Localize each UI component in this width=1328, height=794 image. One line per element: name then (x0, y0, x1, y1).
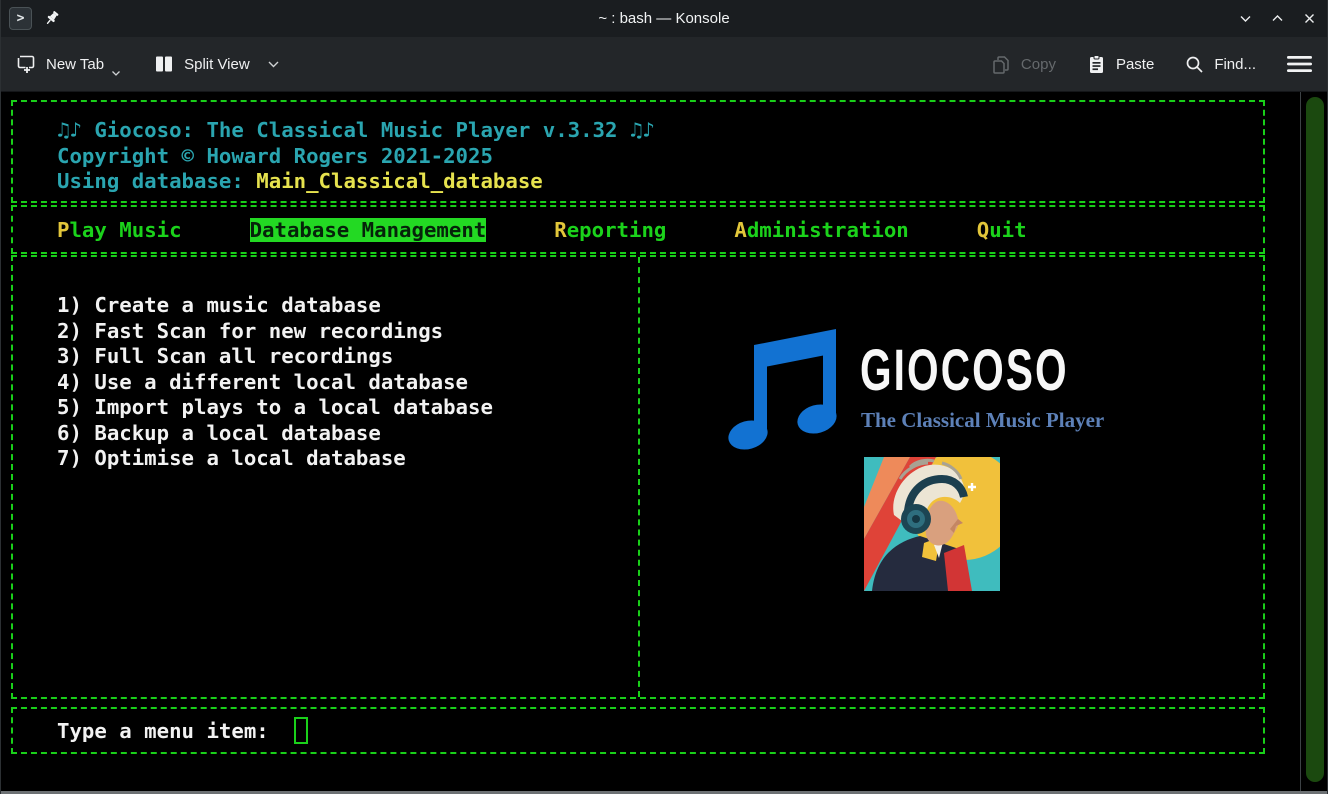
new-tab-label: New Tab (46, 56, 104, 73)
main-panel: 1) Create a music database 2) Fast Scan … (11, 255, 1265, 699)
music-note-logo-icon (718, 329, 850, 455)
find-label: Find... (1214, 56, 1256, 73)
menu-administration[interactable]: Administration (734, 218, 908, 242)
submenu-item-4[interactable]: 4) Use a different local database (57, 370, 638, 396)
submenu-item-2[interactable]: 2) Fast Scan for new recordings (57, 319, 638, 345)
copy-icon (991, 54, 1012, 75)
database-label: Using database: (57, 169, 256, 193)
search-icon (1184, 54, 1205, 75)
chevron-down-icon (1238, 11, 1253, 26)
paste-label: Paste (1116, 56, 1154, 73)
window-title: ~ : bash — Konsole (1, 0, 1327, 37)
paste-button[interactable]: Paste (1086, 54, 1154, 75)
app-title-line: ♫♪ Giocoso: The Classical Music Player v… (57, 118, 1263, 144)
menu-play-music[interactable]: Play Music (57, 218, 182, 242)
window-controls (1237, 0, 1317, 37)
logo-tagline: The Classical Music Player (861, 408, 1104, 433)
menu-quit[interactable]: Quit (977, 218, 1027, 242)
split-view-icon (153, 53, 175, 75)
tui-menubar: Play Music Database Management Reporting… (11, 205, 1265, 254)
maximize-button[interactable] (1269, 11, 1285, 27)
menu-reporting[interactable]: Reporting (554, 218, 666, 242)
prompt-panel: Type a menu item: (11, 707, 1265, 754)
copyright-line: Copyright © Howard Rogers 2021-2025 (57, 144, 1263, 170)
submenu-item-7[interactable]: 7) Optimise a local database (57, 446, 638, 472)
submenu-list: 1) Create a music database 2) Fast Scan … (13, 257, 638, 697)
submenu-item-6[interactable]: 6) Backup a local database (57, 421, 638, 447)
terminal-screen[interactable]: ♫♪ Giocoso: The Classical Music Player v… (1, 92, 1327, 791)
submenu-item-3[interactable]: 3) Full Scan all recordings (57, 344, 638, 370)
minimize-button[interactable] (1237, 11, 1253, 27)
close-icon (1302, 11, 1317, 26)
terminal-cursor[interactable] (294, 717, 308, 744)
submenu-item-5[interactable]: 5) Import plays to a local database (57, 395, 638, 421)
logo-pane: GIOCOSO The Classical Music Player (640, 257, 1263, 697)
database-name: Main_Classical_database (256, 169, 542, 193)
new-tab-icon (15, 53, 37, 75)
paste-icon (1086, 54, 1107, 75)
toolbar-left-group: New Tab Split View (15, 53, 280, 75)
new-tab-button[interactable]: New Tab (15, 53, 123, 75)
copy-button[interactable]: Copy (991, 54, 1056, 75)
toolbar: New Tab Split View (1, 37, 1327, 92)
database-line: Using database: Main_Classical_database (57, 169, 1263, 195)
titlebar: > ~ : bash — Konsole (1, 0, 1327, 37)
submenu-item-1[interactable]: 1) Create a music database (57, 293, 638, 319)
hamburger-menu-icon (1286, 54, 1313, 74)
split-view-label: Split View (184, 56, 250, 73)
prompt-label: Type a menu item: (57, 719, 269, 743)
hamburger-menu-button[interactable] (1286, 54, 1313, 74)
copy-label: Copy (1021, 56, 1056, 73)
split-view-dropdown-chevron-icon (267, 60, 280, 69)
close-button[interactable] (1301, 11, 1317, 27)
scrollbar-separator (1300, 92, 1301, 791)
konsole-window: > ~ : bash — Konsole (0, 0, 1328, 794)
beethoven-artwork (864, 457, 1000, 591)
new-tab-dropdown-chevron-icon (111, 70, 121, 77)
giocoso-header-panel: ♫♪ Giocoso: The Classical Music Player v… (11, 100, 1265, 203)
scrollbar-thumb[interactable] (1306, 97, 1324, 782)
menu-database-management[interactable]: Database Management (250, 218, 487, 242)
split-view-button[interactable]: Split View (153, 53, 280, 75)
find-button[interactable]: Find... (1184, 54, 1256, 75)
toolbar-right-group: Copy Paste Find... (991, 54, 1313, 75)
chevron-up-icon (1270, 11, 1285, 26)
logo-wordmark: GIOCOSO (860, 337, 1069, 404)
